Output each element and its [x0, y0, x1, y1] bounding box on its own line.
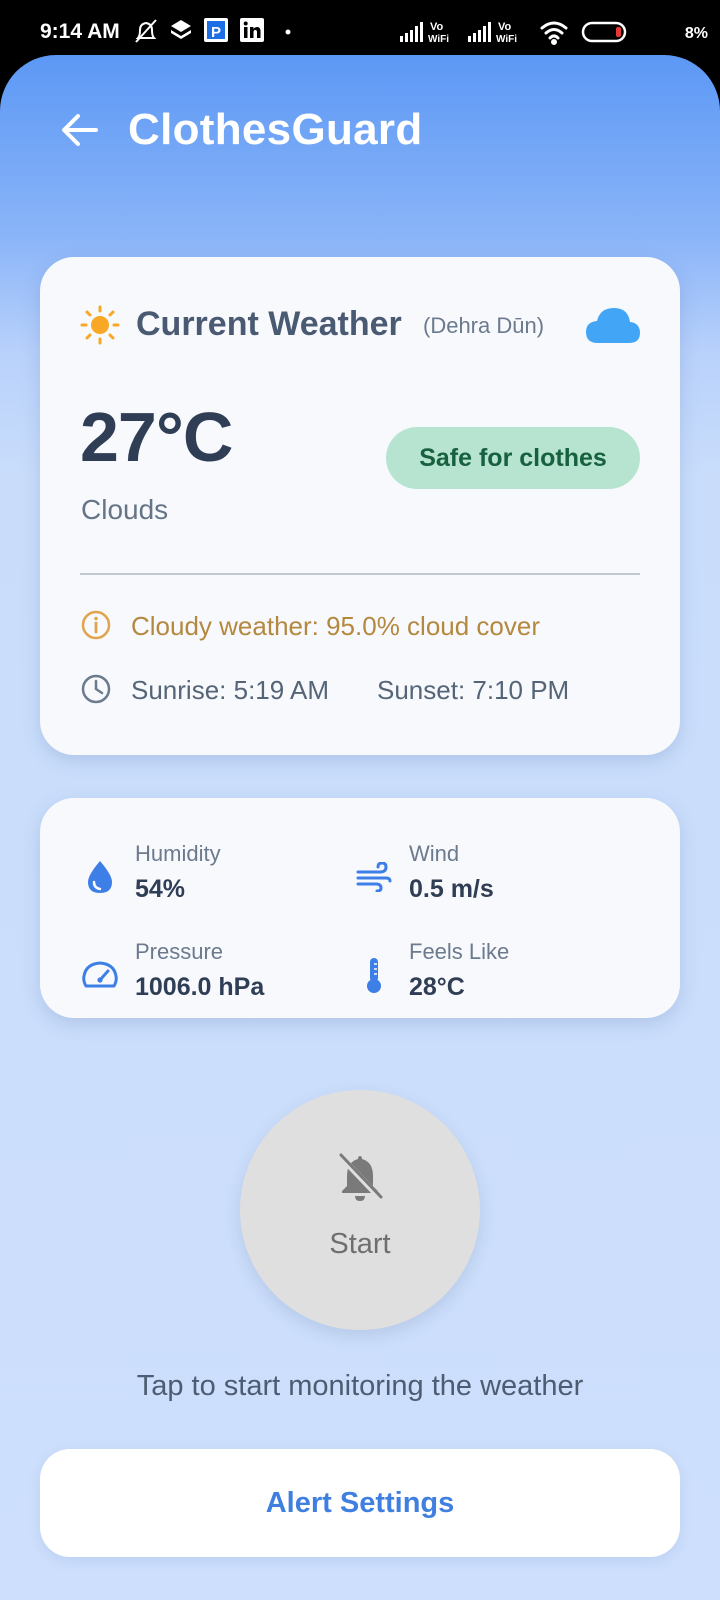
- divider: [80, 573, 640, 575]
- sun-icon: [80, 305, 120, 345]
- signal-icon: [468, 22, 491, 42]
- status-time: 9:14 AM: [40, 20, 120, 43]
- stat-pressure: Pressure 1006.0 hPa: [80, 939, 340, 1009]
- feels-like-value: 28°C: [409, 973, 465, 1001]
- svg-text:Vo: Vo: [498, 21, 512, 33]
- pressure-label: Pressure: [135, 939, 224, 964]
- layers-icon: [171, 20, 191, 39]
- weather-condition: Clouds: [81, 494, 169, 525]
- battery-icon: [581, 21, 627, 43]
- sunrise-sunset-row: Sunrise: 5:19 AM Sunset: 7:10 PM: [80, 669, 640, 709]
- temperature: 27°C: [80, 398, 233, 476]
- vowifi-icon: Vo WiFi: [428, 21, 449, 45]
- start-label: Start: [329, 1228, 391, 1260]
- wind-icon: [354, 857, 394, 897]
- sunset-text: Sunset: 7:10 PM: [377, 675, 570, 705]
- svg-text:WiFi: WiFi: [496, 34, 517, 45]
- water-drop-icon: [80, 857, 120, 897]
- feels-like-label: Feels Like: [409, 939, 510, 964]
- status-bar: 9:14 AM P Vo WiFi Vo WiFi 8%: [0, 0, 720, 60]
- bell-off-icon: [337, 1153, 383, 1201]
- battery-percentage: 8%: [684, 25, 708, 42]
- sunrise-text: Sunrise: 5:19 AM: [131, 675, 329, 705]
- svg-text:P: P: [211, 24, 221, 41]
- weather-stats-card: Humidity 54% Wind 0.5 m/s Pressure 1006.…: [40, 798, 680, 1018]
- cloud-icon: [586, 308, 640, 343]
- clock-icon: [81, 674, 111, 704]
- current-weather-card: Current Weather (Dehra Dūn) 27°C Clouds …: [40, 257, 680, 755]
- status-right-icons: Vo WiFi Vo WiFi: [400, 21, 627, 45]
- wind-label: Wind: [409, 841, 460, 866]
- stat-humidity: Humidity 54%: [80, 841, 340, 911]
- svg-text:WiFi: WiFi: [428, 34, 449, 45]
- stat-feels-like: Feels Like 28°C: [354, 939, 614, 1009]
- svg-text:Vo: Vo: [430, 21, 444, 33]
- wind-value: 0.5 m/s: [409, 875, 494, 903]
- page-title: ClothesGuard: [128, 105, 423, 154]
- start-monitoring-button[interactable]: Start: [240, 1090, 480, 1330]
- status-left-icons: P: [135, 18, 291, 43]
- alert-settings-button[interactable]: Alert Settings: [40, 1449, 680, 1557]
- app-surface: ClothesGuard Current Weather (Dehra Dūn)…: [0, 55, 720, 1600]
- pressure-value: 1006.0 hPa: [135, 973, 265, 1001]
- mute-bell-icon: [135, 19, 157, 43]
- p-app-icon: P: [204, 18, 228, 42]
- info-icon: [81, 610, 111, 640]
- signal-icon: [400, 22, 423, 42]
- wifi-icon: [540, 21, 568, 45]
- humidity-label: Humidity: [135, 841, 221, 866]
- status-badge: Safe for clothes: [386, 427, 640, 489]
- thermometer-icon: [354, 955, 394, 995]
- vowifi-icon: Vo WiFi: [496, 21, 517, 45]
- weather-location: (Dehra Dūn): [423, 313, 545, 338]
- dot-icon: [285, 29, 291, 35]
- linkedin-icon: [240, 18, 264, 42]
- speedometer-icon: [80, 955, 120, 995]
- humidity-value: 54%: [135, 875, 186, 903]
- stat-wind: Wind 0.5 m/s: [354, 841, 614, 911]
- back-button[interactable]: [58, 109, 100, 151]
- app-header: ClothesGuard: [0, 55, 720, 205]
- weather-title: Current Weather: [136, 305, 402, 343]
- arrow-left-icon: [62, 114, 98, 146]
- cloud-cover-text: Cloudy weather: 95.0% cloud cover: [131, 611, 541, 641]
- monitoring-hint: Tap to start monitoring the weather: [136, 1370, 584, 1402]
- cloud-cover-info: Cloudy weather: 95.0% cloud cover: [80, 605, 640, 645]
